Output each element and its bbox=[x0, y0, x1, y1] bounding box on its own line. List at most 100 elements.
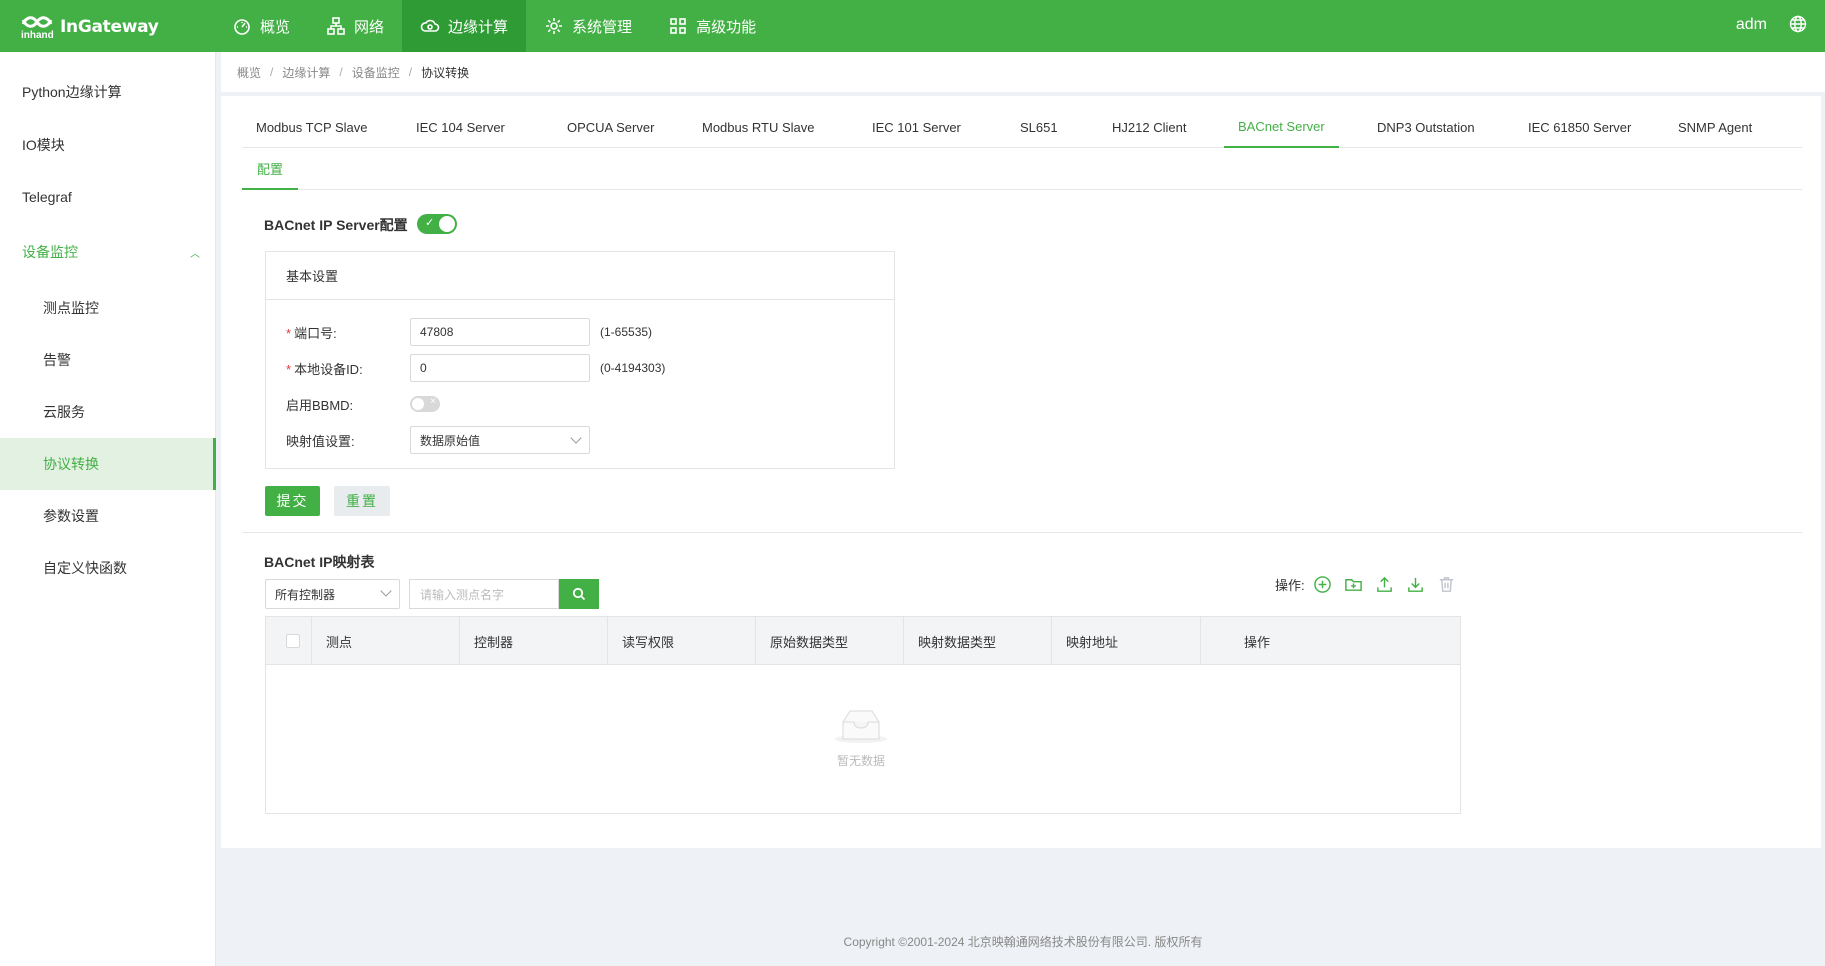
sidebar-item-cloud[interactable]: 云服务 bbox=[0, 386, 216, 438]
nav-advanced[interactable]: 高级功能 bbox=[650, 0, 774, 52]
cloud-compute-icon bbox=[420, 19, 440, 32]
nav-network[interactable]: 网络 bbox=[308, 0, 402, 52]
tab-snmp-agent[interactable]: SNMP Agent bbox=[1664, 106, 1766, 148]
sidebar-item-label: 协议转换 bbox=[43, 456, 99, 472]
mapping-row: 映射值设置: 数据原始值 bbox=[286, 426, 590, 454]
col-map-type: 映射数据类型 bbox=[903, 617, 1051, 665]
trash-icon[interactable] bbox=[1437, 575, 1456, 594]
empty-state: 暂无数据 bbox=[826, 707, 896, 769]
top-nav: 概览 网络 边缘计算 系统管理 高级功能 bbox=[214, 0, 774, 52]
chevron-up-icon: ︿ bbox=[190, 248, 200, 260]
sidebar-item-telegraf[interactable]: Telegraf bbox=[0, 171, 216, 223]
reset-button[interactable]: 重置 bbox=[334, 486, 390, 516]
point-search: 请输入测点名字 bbox=[409, 579, 599, 609]
bbmd-toggle[interactable]: × bbox=[410, 396, 440, 412]
submit-button[interactable]: 提交 bbox=[265, 486, 320, 516]
breadcrumb-current: 协议转换 bbox=[421, 65, 470, 80]
sidebar-item-label: IO模块 bbox=[22, 137, 65, 153]
server-enable-toggle[interactable]: ✓ bbox=[417, 214, 457, 234]
sidebar-item-label: 云服务 bbox=[43, 404, 85, 420]
tab-modbus-tcp-slave[interactable]: Modbus TCP Slave bbox=[242, 106, 382, 148]
sidebar-item-fast-function[interactable]: 自定义快函数 bbox=[0, 542, 216, 594]
port-input[interactable]: 47808 bbox=[410, 318, 590, 346]
mapping-label: 映射值设置: bbox=[286, 433, 355, 449]
tab-modbus-rtu-slave[interactable]: Modbus RTU Slave bbox=[688, 106, 828, 148]
controller-select-value: 所有控制器 bbox=[275, 587, 336, 602]
nav-edge-computing[interactable]: 边缘计算 bbox=[402, 0, 527, 52]
breadcrumb-item[interactable]: 概览 bbox=[237, 64, 261, 81]
panel-title: 基本设置 bbox=[266, 252, 894, 300]
tab-opcua-server[interactable]: OPCUA Server bbox=[553, 106, 668, 148]
tab-iec101-server[interactable]: IEC 101 Server bbox=[858, 106, 975, 148]
gear-icon bbox=[546, 18, 563, 34]
col-controller: 控制器 bbox=[459, 617, 607, 665]
sidebar-item-point-monitor[interactable]: 测点监控 bbox=[0, 282, 216, 334]
nav-label: 边缘计算 bbox=[448, 18, 509, 36]
sidebar-item-python[interactable]: Python边缘计算 bbox=[0, 66, 216, 118]
chevron-down-icon bbox=[380, 585, 392, 597]
device-id-input[interactable]: 0 bbox=[410, 354, 590, 382]
tab-hj212-client[interactable]: HJ212 Client bbox=[1098, 106, 1200, 148]
nav-label: 系统管理 bbox=[572, 18, 633, 36]
upload-icon[interactable] bbox=[1375, 575, 1394, 594]
folder-add-icon[interactable] bbox=[1344, 575, 1363, 594]
sidebar-item-protocol[interactable]: 协议转换 bbox=[0, 438, 216, 490]
footer-copyright: Copyright ©2001-2024 北京映翰通网络技术股份有限公司. 版权… bbox=[843, 935, 1203, 949]
table-header: 测点 控制器 读写权限 原始数据类型 映射数据类型 映射地址 操作 bbox=[266, 617, 1460, 665]
controller-select[interactable]: 所有控制器 bbox=[265, 579, 400, 609]
select-all-checkbox[interactable] bbox=[286, 634, 300, 648]
nav-system[interactable]: 系统管理 bbox=[526, 0, 650, 52]
globe-icon[interactable] bbox=[1789, 15, 1807, 33]
sidebar: Python边缘计算 IO模块 Telegraf 设备监控 ︿ 测点监控 告警 … bbox=[0, 52, 216, 966]
protocol-tabs: Modbus TCP Slave IEC 104 Server OPCUA Se… bbox=[242, 106, 1802, 148]
search-input[interactable]: 请输入测点名字 bbox=[409, 579, 559, 609]
port-row: * 端口号: 47808 (1-65535) bbox=[286, 318, 652, 346]
col-point: 测点 bbox=[311, 617, 459, 665]
sidebar-item-label: 测点监控 bbox=[43, 300, 99, 316]
mapping-select[interactable]: 数据原始值 bbox=[410, 426, 590, 454]
divider bbox=[242, 532, 1802, 533]
tab-config[interactable]: 配置 bbox=[242, 148, 299, 190]
check-icon: ✓ bbox=[425, 217, 435, 229]
logo[interactable]: inhand InGateway bbox=[20, 12, 159, 42]
nav-label: 高级功能 bbox=[696, 18, 757, 36]
sub-tabs: 配置 bbox=[242, 148, 1802, 190]
tab-dnp3-outstation[interactable]: DNP3 Outstation bbox=[1363, 106, 1489, 148]
col-actions: 操作 bbox=[1200, 617, 1460, 665]
required-mark: * bbox=[286, 325, 292, 341]
tab-sl651[interactable]: SL651 bbox=[1006, 106, 1072, 148]
tab-bacnet-server[interactable]: BACnet Server bbox=[1224, 106, 1339, 148]
empty-box-icon bbox=[835, 710, 887, 743]
network-icon bbox=[327, 17, 345, 35]
top-header: inhand InGateway 概览 网络 边缘计算 系统管理 高级功能 ad… bbox=[0, 0, 1825, 52]
chevron-down-icon bbox=[570, 432, 582, 444]
port-hint: (1-65535) bbox=[600, 325, 653, 339]
nav-label: 概览 bbox=[260, 18, 291, 36]
table-operations: 操作: bbox=[1275, 572, 1456, 596]
download-icon[interactable] bbox=[1406, 575, 1425, 594]
device-id-row: * 本地设备ID: 0 (0-4194303) bbox=[286, 354, 665, 382]
device-id-label: 本地设备ID: bbox=[294, 361, 363, 377]
mapping-select-value: 数据原始值 bbox=[420, 433, 481, 448]
search-button[interactable] bbox=[559, 579, 599, 609]
nav-overview[interactable]: 概览 bbox=[214, 0, 308, 52]
breadcrumb-item[interactable]: 设备监控 bbox=[352, 64, 400, 81]
sidebar-item-alarm[interactable]: 告警 bbox=[0, 334, 216, 386]
tab-iec61850-server[interactable]: IEC 61850 Server bbox=[1514, 106, 1645, 148]
sidebar-item-params[interactable]: 参数设置 bbox=[0, 490, 216, 542]
tab-iec104-server[interactable]: IEC 104 Server bbox=[402, 106, 519, 148]
search-icon bbox=[572, 587, 586, 601]
sidebar-item-device-monitor[interactable]: 设备监控 ︿ bbox=[0, 226, 216, 278]
empty-text: 暂无数据 bbox=[836, 754, 885, 768]
sidebar-item-label: 自定义快函数 bbox=[43, 560, 127, 576]
grid-icon bbox=[670, 18, 686, 34]
sidebar-item-label: 设备监控 bbox=[22, 244, 78, 260]
add-circle-icon[interactable] bbox=[1313, 575, 1332, 594]
bbmd-label: 启用BBMD: bbox=[286, 397, 354, 413]
sidebar-item-io[interactable]: IO模块 bbox=[0, 119, 216, 171]
breadcrumb: 概览 / 边缘计算 / 设备监控 / 协议转换 bbox=[221, 52, 1825, 92]
dashboard-icon bbox=[234, 19, 250, 35]
main-card: Modbus TCP Slave IEC 104 Server OPCUA Se… bbox=[221, 96, 1821, 848]
breadcrumb-item[interactable]: 边缘计算 bbox=[282, 64, 330, 81]
user-menu[interactable]: adm bbox=[1736, 16, 1767, 34]
